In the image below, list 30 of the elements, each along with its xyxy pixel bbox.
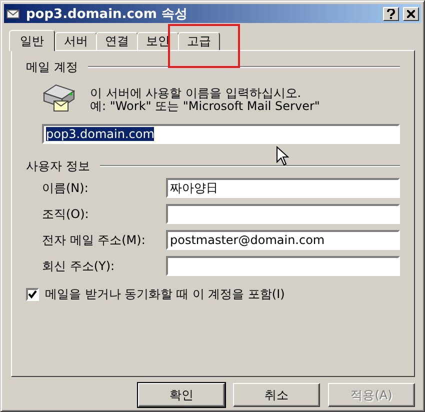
field-label: 전자 메일 주소(M): xyxy=(42,232,146,248)
dialog-button[interactable]: 확인 xyxy=(138,383,225,407)
field-label: 이름(N): xyxy=(42,180,90,196)
group-heading: 사용자 정보 xyxy=(26,158,90,174)
mouse-cursor-icon xyxy=(276,146,289,166)
mail-server-icon xyxy=(42,83,76,113)
help-button[interactable] xyxy=(383,6,399,20)
mail-envelope-icon xyxy=(6,6,22,20)
question-mark-icon xyxy=(387,8,395,18)
field-label: 조직(O): xyxy=(42,206,90,222)
input-field[interactable] xyxy=(166,256,400,276)
account-name-field[interactable]: pop3.domain.com xyxy=(42,124,400,144)
window-title: pop3.domain.com 속성 xyxy=(26,6,188,22)
field-label: 회신 주소(Y): xyxy=(42,258,116,274)
instruction-text: 이 서버에 사용할 이름을 입력하십시오. xyxy=(90,87,302,100)
tab[interactable]: 서버 xyxy=(55,32,97,50)
input-field[interactable] xyxy=(166,204,400,224)
input-field[interactable]: 짜아양日 xyxy=(166,178,400,198)
checkbox[interactable] xyxy=(26,288,39,301)
tab[interactable]: 보안 xyxy=(137,32,179,50)
group-heading: 메일 계정 xyxy=(26,58,78,76)
dialog-button[interactable]: 취소 xyxy=(233,383,320,407)
tab[interactable]: 연결 xyxy=(96,32,138,50)
instruction-text: 예: "Work" 또는 "Microsoft Mail Server" xyxy=(90,100,320,113)
input-field[interactable]: postmaster@domain.com xyxy=(166,230,400,250)
tab[interactable]: 일반 xyxy=(9,30,55,51)
close-icon xyxy=(407,10,415,18)
checkbox-label: 메일을 받거나 동기화할 때 이 계정을 포함(I) xyxy=(45,286,285,303)
tab[interactable]: 고급 xyxy=(178,32,220,50)
close-button[interactable] xyxy=(403,6,419,20)
